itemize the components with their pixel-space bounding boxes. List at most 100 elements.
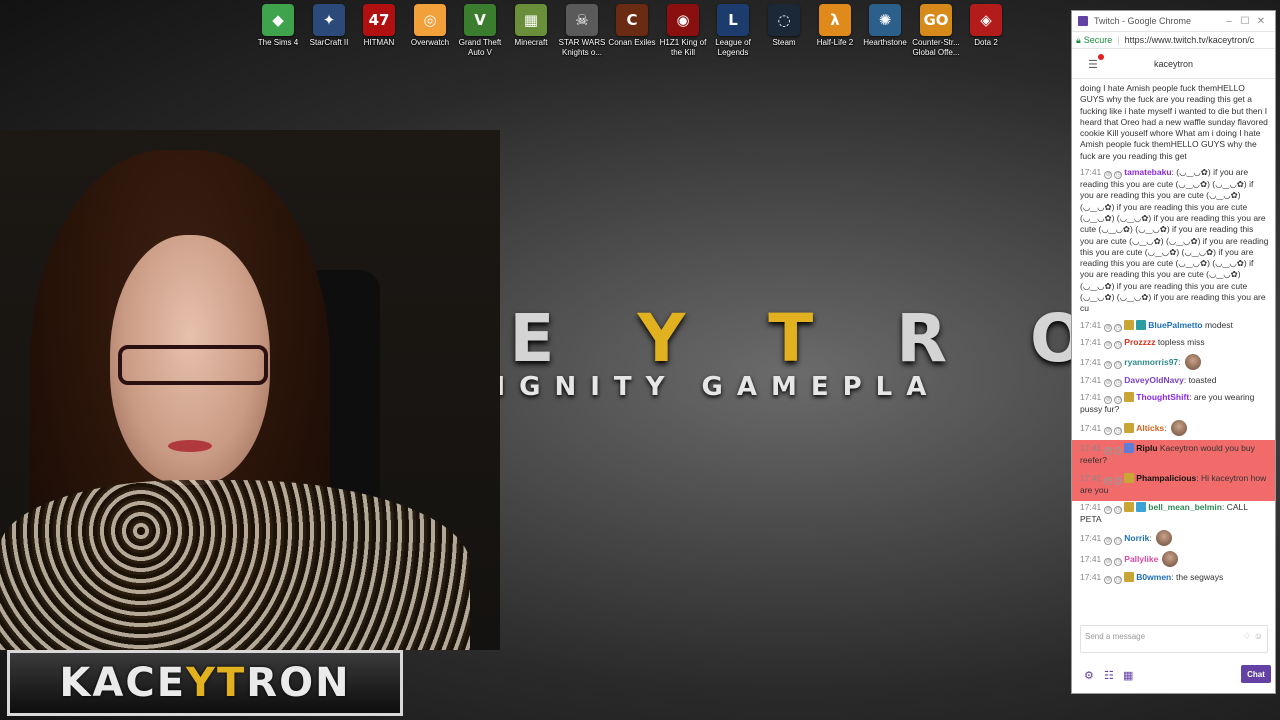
window-title: Twitch - Google Chrome (1094, 16, 1192, 26)
desktop-shortcut[interactable]: GO Counter-Str... Global Offe... (911, 4, 961, 58)
timeout-icon[interactable]: ◷ (1114, 323, 1123, 332)
message-timestamp: 17:41 (1080, 571, 1102, 582)
channel-name: kaceytron (1153, 58, 1194, 69)
ban-icon[interactable]: ⊘ (1104, 171, 1113, 180)
secure-label: Secure (1083, 35, 1113, 45)
desktop-shortcut-label: Minecraft (514, 38, 548, 47)
address-bar[interactable]: 🔒︎ Secure | https://www.twitch.tv/kaceyt… (1072, 31, 1275, 49)
desktop-shortcut[interactable]: ✺ Hearthstone (860, 4, 910, 48)
webcam-clothing (0, 480, 470, 650)
notification-badge (1098, 54, 1104, 60)
timeout-icon[interactable]: ◷ (1114, 426, 1123, 435)
emote-picker-icon[interactable]: ☺ (1254, 631, 1263, 641)
message-username[interactable]: bell_mean_belmin (1148, 502, 1222, 512)
desktop-shortcut[interactable]: ✦ StarCraft II (304, 4, 354, 48)
desktop-shortcut[interactable]: ☠ STAR WARS Knights o... (557, 4, 607, 58)
message-username[interactable]: ryanmorris97 (1124, 357, 1178, 367)
chat-message-list[interactable]: doing I hate Amish people fuck themHELLO… (1072, 79, 1275, 607)
desktop-shortcut[interactable]: ◌ Steam (759, 4, 809, 48)
window-titlebar[interactable]: Twitch - Google Chrome – ☐ ✕ (1072, 11, 1275, 31)
message-timestamp: 17:41 (1080, 422, 1102, 433)
message-text: doing I hate Amish people fuck themHELLO… (1080, 83, 1268, 161)
timeout-icon[interactable]: ◷ (1114, 340, 1123, 349)
message-username[interactable]: Prozzzz (1124, 337, 1155, 347)
ban-icon[interactable]: ⊘ (1104, 575, 1113, 584)
message-username[interactable]: Alticks (1136, 423, 1164, 433)
message-timestamp: 17:41 (1080, 501, 1102, 512)
timeout-icon[interactable]: ◷ (1114, 557, 1123, 566)
desktop-shortcut[interactable]: V Grand Theft Auto V (455, 4, 505, 58)
chat-message: 17:41 ⊘ ◷ Riplu Kaceytron would you buy ree… (1072, 439, 1275, 471)
desktop-shortcut[interactable]: ◆ The Sims 4 (253, 4, 303, 48)
desktop-shortcut-icon: ✦ (313, 4, 345, 36)
desktop-shortcut-icon: ◉ (667, 4, 699, 36)
message-timestamp: 17:41 (1080, 374, 1102, 385)
minimize-button[interactable]: – (1221, 16, 1237, 27)
chat-input[interactable]: Send a message ♢ ☺ (1080, 625, 1268, 653)
ban-icon[interactable]: ⊘ (1104, 477, 1113, 486)
message-timestamp: 17:41 (1080, 553, 1102, 564)
desktop-shortcut[interactable]: C Conan Exiles (607, 4, 657, 48)
message-username[interactable]: DaveyOldNavy (1124, 375, 1184, 385)
ban-icon[interactable]: ⊘ (1104, 360, 1113, 369)
message-username[interactable]: Norrik (1124, 533, 1149, 543)
timeout-icon[interactable]: ◷ (1114, 446, 1123, 455)
desktop-shortcut[interactable]: 47 HITMAN (354, 4, 404, 48)
message-username[interactable]: BluePalmetto (1148, 320, 1202, 330)
timeout-icon[interactable]: ◷ (1114, 575, 1123, 584)
chat-message: 17:41 ⊘ ◷ bell_mean_belmin: CALL PETA (1080, 501, 1269, 529)
message-username[interactable]: tamatebaku (1124, 167, 1171, 177)
desktop-shortcut-label: Hearthstone (863, 38, 907, 47)
chat-message: 17:41 ⊘ ◷ B0wmen: the segways (1080, 571, 1269, 588)
ban-icon[interactable]: ⊘ (1104, 323, 1113, 332)
ban-icon[interactable]: ⊘ (1104, 378, 1113, 387)
desktop-shortcut-label: Grand Theft Auto V (458, 38, 502, 57)
desktop-shortcut[interactable]: λ Half-Life 2 (810, 4, 860, 48)
ban-icon[interactable]: ⊘ (1104, 536, 1113, 545)
chat-message: 17:41 ⊘ ◷ Prozzzz topless miss (1080, 336, 1269, 353)
desktop-shortcut[interactable]: ▦ Minecraft (506, 4, 556, 48)
timeout-icon[interactable]: ◷ (1114, 378, 1123, 387)
desktop-shortcut[interactable]: ◈ Dota 2 (961, 4, 1011, 48)
ban-icon[interactable]: ⊘ (1104, 426, 1113, 435)
ban-icon[interactable]: ⊘ (1104, 340, 1113, 349)
stream-logo: KACEYTRON (7, 650, 403, 716)
desktop-shortcut-icon: L (717, 4, 749, 36)
chat-message: 17:41 ⊘ ◷ DaveyOldNavy: toasted (1080, 374, 1269, 391)
desktop-shortcut[interactable]: ◉ H1Z1 King of the Kill (658, 4, 708, 58)
extensions-icon[interactable]: ▦ (1123, 669, 1133, 682)
chat-footer: ⚙ ☷ ▦ Chat (1072, 661, 1275, 691)
desktop-shortcut[interactable]: ◎ Overwatch (405, 4, 455, 48)
bits-icon[interactable]: ♢ (1243, 631, 1251, 642)
message-username[interactable]: Riplu (1136, 443, 1157, 453)
chat-menu-icon[interactable]: ☰ (1088, 58, 1098, 71)
chat-message: 17:41 ⊘ ◷ Phampalicious: Hi kaceytron how a… (1072, 470, 1275, 501)
message-username[interactable]: ThoughtShift (1136, 392, 1189, 402)
settings-gear-icon[interactable]: ⚙ (1084, 669, 1094, 682)
timeout-icon[interactable]: ◷ (1114, 360, 1123, 369)
ban-icon[interactable]: ⊘ (1104, 557, 1113, 566)
timeout-icon[interactable]: ◷ (1114, 536, 1123, 545)
message-username[interactable]: Phampalicious (1136, 473, 1196, 483)
timeout-icon[interactable]: ◷ (1114, 395, 1123, 404)
message-username[interactable]: Pallylike (1124, 554, 1158, 564)
timeout-icon[interactable]: ◷ (1114, 171, 1123, 180)
message-timestamp: 17:41 (1080, 391, 1102, 402)
url-text[interactable]: https://www.twitch.tv/kaceytron/c (1125, 35, 1255, 45)
desktop-shortcut-icon: ◈ (970, 4, 1002, 36)
desktop-shortcut-label: HITMAN (363, 38, 395, 47)
message-timestamp: 17:41 (1080, 356, 1102, 367)
viewer-list-icon[interactable]: ☷ (1104, 669, 1114, 682)
desktop-shortcut[interactable]: L League of Legends (708, 4, 758, 58)
message-username[interactable]: B0wmen (1136, 572, 1171, 582)
timeout-icon[interactable]: ◷ (1114, 505, 1123, 514)
close-button[interactable]: ✕ (1253, 16, 1269, 27)
message-text: toasted (1186, 374, 1217, 385)
chat-send-button[interactable]: Chat (1241, 665, 1271, 683)
ban-icon[interactable]: ⊘ (1104, 505, 1113, 514)
ban-icon[interactable]: ⊘ (1104, 446, 1113, 455)
maximize-button[interactable]: ☐ (1237, 16, 1253, 27)
desktop-shortcut-icon: ◆ (262, 4, 294, 36)
ban-icon[interactable]: ⊘ (1104, 395, 1113, 404)
timeout-icon[interactable]: ◷ (1114, 477, 1123, 486)
